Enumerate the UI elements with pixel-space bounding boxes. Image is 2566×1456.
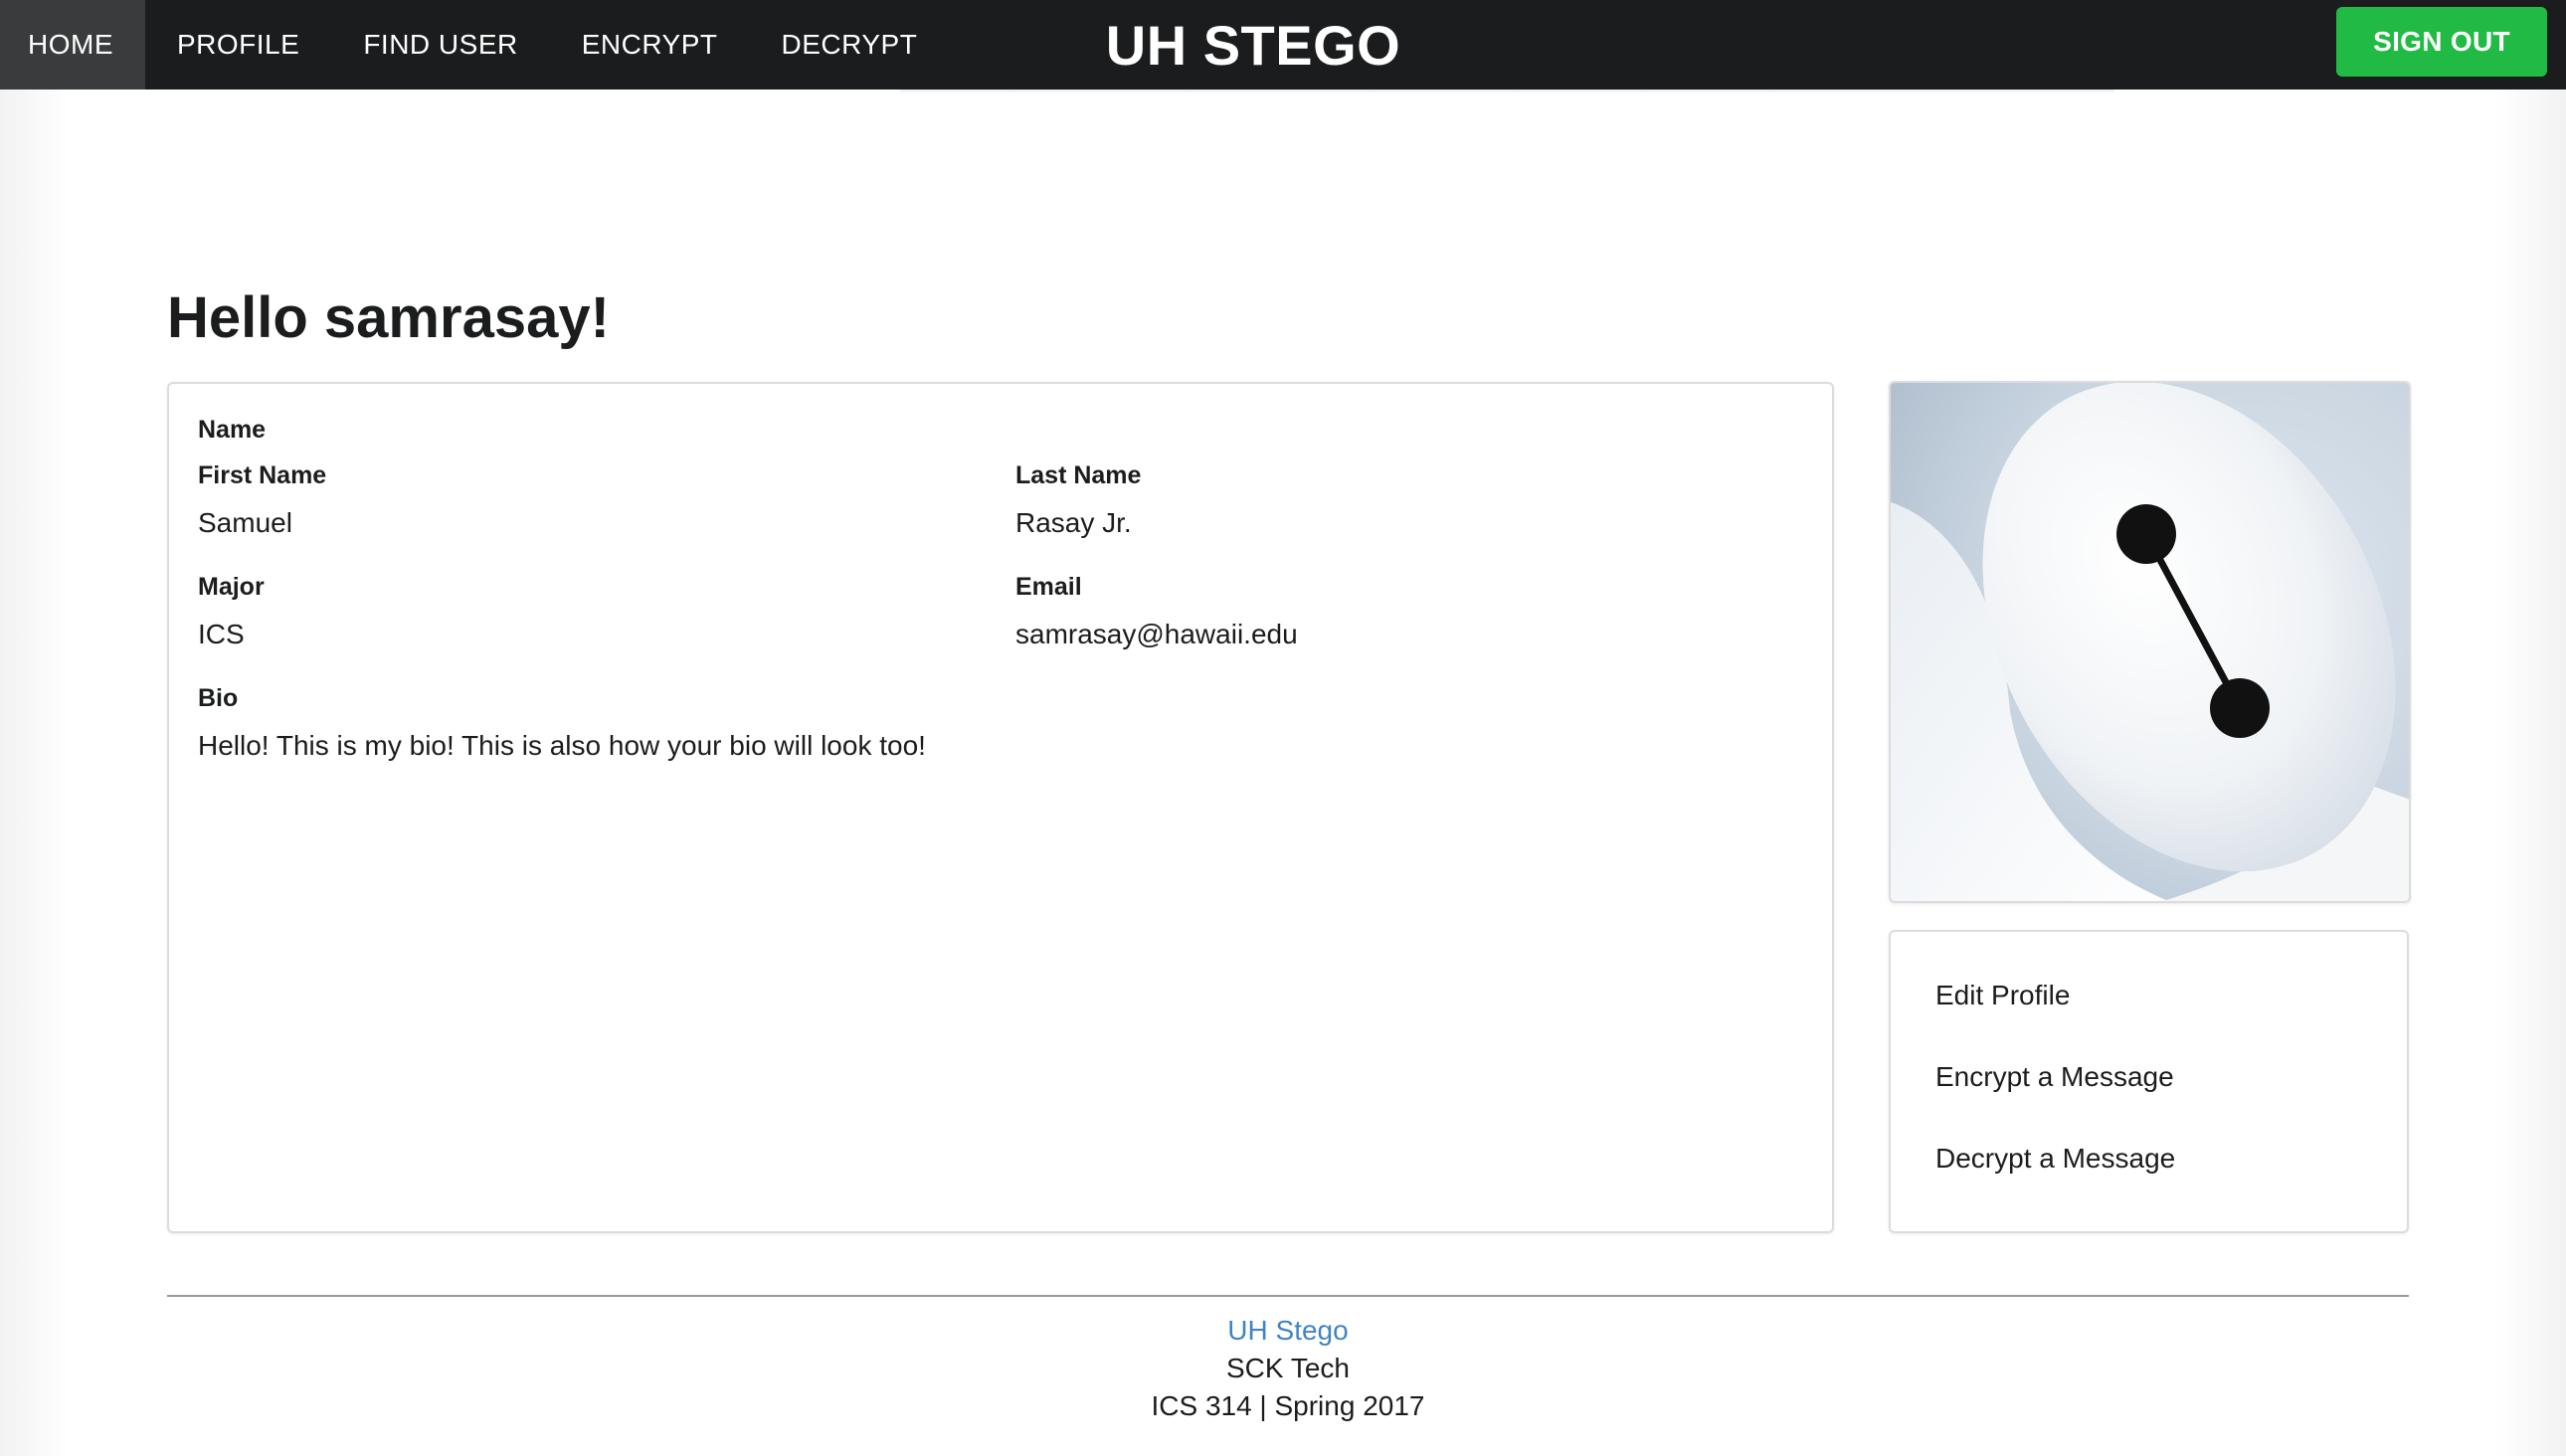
first-name-value: Samuel [198,507,292,538]
quick-actions-card: Edit Profile Encrypt a Message Decrypt a… [1889,930,2409,1233]
navbar-shadow [900,90,2113,93]
profile-avatar [1889,381,2411,903]
last-name-label: Last Name [1015,461,1142,489]
email-label: Email [1015,573,1082,601]
nav-decrypt[interactable]: DECRYPT [750,0,950,90]
avatar-image [1891,383,2409,901]
footer-link-row: UH Stego [0,1315,2566,1347]
nav-find-user[interactable]: FIND USER [331,0,549,90]
sign-out-button[interactable]: SIGN OUT [2336,7,2547,77]
last-name-value: Rasay Jr. [1015,507,1132,538]
profile-card: Name First Name Samuel Last Name Rasay J… [167,382,1834,1233]
major-label: Major [198,573,265,601]
footer-company: SCK Tech [1226,1353,1350,1383]
bio-label: Bio [198,684,239,712]
footer-divider [167,1295,2409,1297]
encrypt-message-link[interactable]: Encrypt a Message [1935,1061,2174,1093]
page: HOME PROFILE FIND USER ENCRYPT DECRYPT U… [0,0,2566,1456]
decrypt-message-link[interactable]: Decrypt a Message [1935,1143,2175,1175]
major-value: ICS [198,619,245,649]
top-navbar: HOME PROFILE FIND USER ENCRYPT DECRYPT [0,0,2566,90]
nav-encrypt[interactable]: ENCRYPT [550,0,750,90]
nav-profile[interactable]: PROFILE [145,0,331,90]
bio-value: Hello! This is my bio! This is also how … [198,730,926,761]
first-name-label: First Name [198,461,327,489]
footer-home-link[interactable]: UH Stego [1227,1315,1348,1346]
edit-profile-link[interactable]: Edit Profile [1935,980,2070,1011]
page-title: Hello samrasay! [167,285,610,350]
nav-home[interactable]: HOME [0,0,145,90]
name-heading: Name [198,416,267,444]
footer-course: ICS 314 | Spring 2017 [1151,1390,1425,1421]
email-value: samrasay@hawaii.edu [1015,619,1298,649]
